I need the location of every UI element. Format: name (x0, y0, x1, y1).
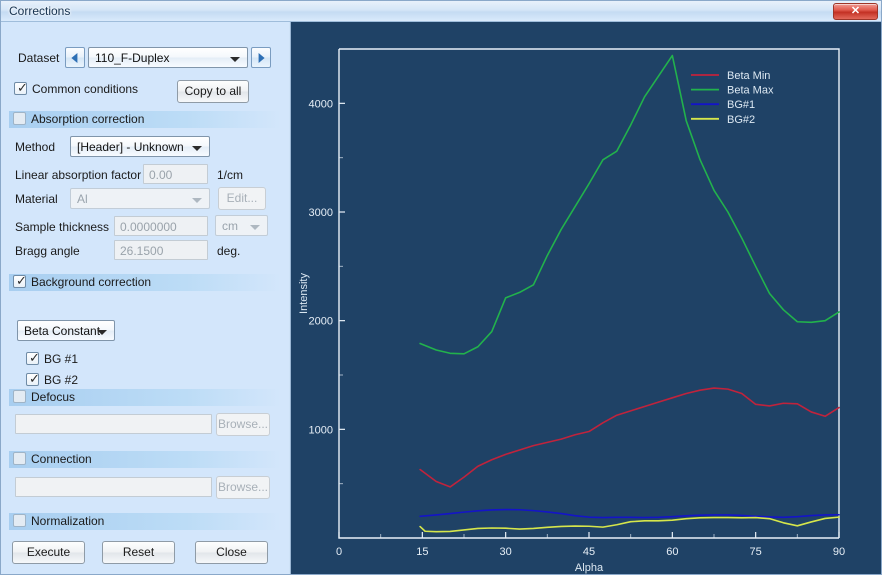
background-mode-combobox[interactable]: Beta Constant (17, 320, 115, 341)
bg2-label: BG #2 (44, 373, 79, 387)
bragg-angle-unit: deg. (217, 244, 241, 258)
dataset-label: Dataset (18, 51, 60, 65)
material-value: Al (77, 192, 88, 206)
svg-text:90: 90 (833, 546, 845, 558)
triangle-right-icon (258, 52, 265, 63)
window-title: Corrections (9, 4, 71, 18)
intensity-chart-panel: 1000 2000 3000 4000 0 15 30 45 60 75 90 Alpha Intens… (290, 22, 882, 575)
reset-button[interactable]: Reset (102, 541, 175, 564)
bg1-checkbox[interactable]: ✓ (26, 350, 40, 365)
defocus-path-input[interactable] (15, 414, 212, 434)
background-mode-value: Beta Constant (24, 324, 101, 338)
svg-text:Alpha: Alpha (575, 562, 604, 574)
dataset-combobox[interactable]: 110_F-Duplex (88, 47, 248, 68)
chevron-down-icon (250, 225, 260, 230)
method-label: Method (15, 140, 56, 154)
material-combobox[interactable]: Al (70, 188, 210, 209)
intensity-chart[interactable]: 1000 2000 3000 4000 0 15 30 45 60 75 90 Alpha Intens… (291, 22, 882, 575)
checkmark-icon: ✓ (29, 350, 40, 365)
svg-text:BG#1: BG#1 (727, 99, 755, 111)
svg-text:Intensity: Intensity (298, 273, 310, 314)
bg2-checkbox[interactable]: ✓ (26, 371, 40, 386)
method-combobox[interactable]: [Header] - Unknown (70, 136, 210, 157)
checkmark-icon: ✓ (16, 273, 27, 288)
svg-text:3000: 3000 (309, 207, 333, 219)
method-value: [Header] - Unknown (77, 140, 184, 154)
dataset-next-button[interactable] (251, 47, 271, 68)
absorption-correction-checkbox[interactable] (13, 112, 26, 125)
corrections-form-panel: Dataset 110_F-Duplex ✓ Common conditions… (1, 22, 289, 574)
common-conditions-label: Common conditions (32, 82, 139, 96)
connection-label: Connection (31, 452, 92, 466)
svg-text:2000: 2000 (309, 316, 333, 328)
background-correction-label: Background correction (31, 275, 152, 289)
svg-text:Beta Max: Beta Max (727, 85, 774, 97)
corrections-dialog: Corrections ✕ Dataset 110_F-Duplex ✓ Com… (0, 0, 882, 575)
svg-text:4000: 4000 (309, 98, 333, 110)
bg1-label: BG #1 (44, 352, 79, 366)
defocus-checkbox[interactable] (13, 390, 26, 403)
linear-absorption-factor-label: Linear absorption factor (15, 168, 142, 182)
dataset-prev-button[interactable] (65, 47, 85, 68)
bragg-angle-input[interactable]: 26.1500 (114, 240, 208, 260)
dataset-value: 110_F-Duplex (95, 51, 170, 65)
svg-text:15: 15 (416, 546, 428, 558)
svg-text:75: 75 (750, 546, 762, 558)
svg-text:45: 45 (583, 546, 595, 558)
chevron-down-icon (192, 146, 202, 151)
execute-button[interactable]: Execute (12, 541, 85, 564)
background-correction-checkbox[interactable]: ✓ (13, 273, 27, 288)
material-label: Material (15, 192, 58, 206)
svg-text:1000: 1000 (309, 424, 333, 436)
thickness-unit-value: cm (222, 219, 238, 233)
normalization-checkbox[interactable] (13, 514, 26, 527)
title-bar: Corrections ✕ (1, 1, 881, 22)
checkmark-icon: ✓ (29, 371, 40, 386)
svg-text:BG#2: BG#2 (727, 114, 755, 126)
defocus-browse-button[interactable]: Browse... (216, 413, 270, 436)
bragg-angle-label: Bragg angle (15, 244, 80, 258)
chevron-down-icon (192, 198, 202, 203)
svg-text:30: 30 (500, 546, 512, 558)
absorption-correction-label: Absorption correction (31, 112, 145, 126)
close-window-button[interactable]: ✕ (833, 3, 878, 20)
triangle-left-icon (71, 52, 78, 63)
sample-thickness-label: Sample thickness (15, 220, 110, 234)
svg-text:60: 60 (666, 546, 678, 558)
linear-absorption-factor-input[interactable]: 0.00 (143, 164, 208, 184)
material-edit-button[interactable]: Edit... (218, 187, 266, 210)
normalization-label: Normalization (31, 514, 105, 528)
common-conditions-checkbox[interactable]: ✓ (14, 80, 28, 95)
linear-absorption-factor-unit: 1/cm (217, 168, 244, 182)
checkmark-icon: ✓ (17, 80, 28, 95)
connection-checkbox[interactable] (13, 452, 26, 465)
connection-path-input[interactable] (15, 477, 212, 497)
svg-text:Beta Min: Beta Min (727, 70, 770, 82)
sample-thickness-input[interactable]: 0.0000000 (114, 216, 208, 236)
chevron-down-icon (230, 57, 240, 62)
svg-text:0: 0 (336, 546, 342, 558)
connection-browse-button[interactable]: Browse... (216, 476, 270, 499)
copy-to-all-button[interactable]: Copy to all (177, 80, 249, 103)
cancel-close-button[interactable]: Close (195, 541, 268, 564)
defocus-label: Defocus (31, 390, 76, 404)
thickness-unit-combobox[interactable]: cm (215, 215, 268, 236)
chevron-down-icon (97, 330, 107, 335)
